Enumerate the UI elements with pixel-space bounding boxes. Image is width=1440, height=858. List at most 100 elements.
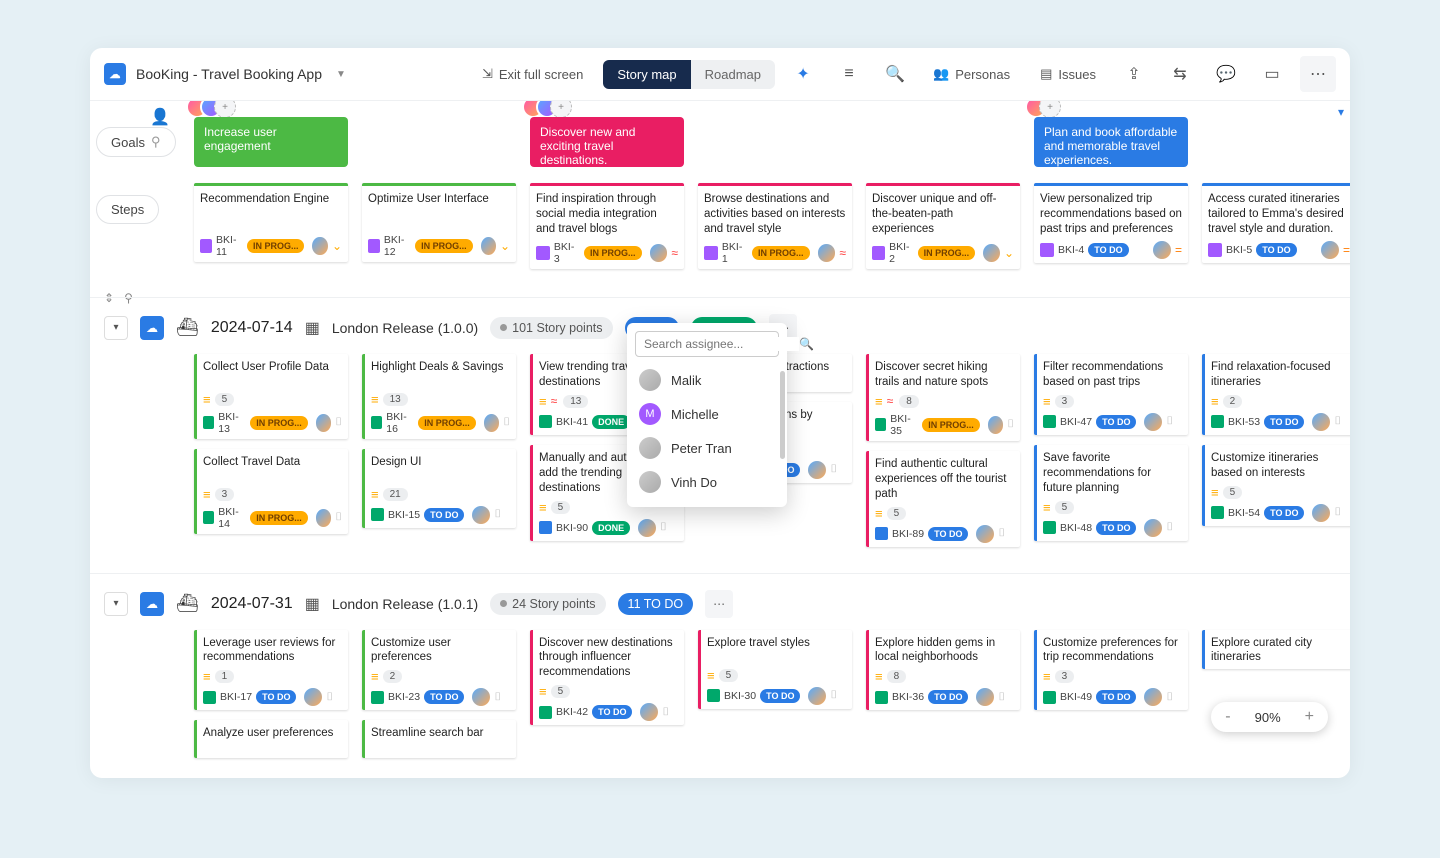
step-card[interactable]: Find inspiration through social media in… xyxy=(530,183,684,269)
issue-key: BKI-42 xyxy=(556,706,588,718)
list-icon[interactable]: ≡ xyxy=(831,56,867,92)
avatar[interactable] xyxy=(650,244,668,262)
priority-icon: = xyxy=(1343,243,1350,257)
export-icon[interactable]: ⇪ xyxy=(1116,56,1152,92)
story-card[interactable]: Collect Travel Data ≡3 BKI-14 IN PROG...… xyxy=(194,449,348,534)
assignee-option[interactable]: Malik xyxy=(635,363,779,397)
avatar[interactable] xyxy=(1153,241,1171,259)
priority-icon: ≈ xyxy=(839,246,846,260)
story-card[interactable]: Analyze user preferences xyxy=(194,720,348,758)
calendar-icon[interactable]: ▦ xyxy=(305,318,320,338)
story-card[interactable]: Collect User Profile Data ≡5 BKI-13 IN P… xyxy=(194,354,348,439)
story-title: Filter recommendations based on past tri… xyxy=(1043,360,1182,390)
search-input[interactable] xyxy=(644,337,799,351)
avatar[interactable] xyxy=(808,461,826,479)
avatar[interactable] xyxy=(988,416,1004,434)
avatar[interactable] xyxy=(1144,413,1162,431)
goal-card[interactable]: Discover new and exciting travel destina… xyxy=(530,117,684,167)
story-card[interactable]: Save favorite recommendations for future… xyxy=(1034,445,1188,541)
chevron-down-icon[interactable]: ▼ xyxy=(336,69,346,80)
avatar[interactable] xyxy=(316,414,332,432)
personas-button[interactable]: 👥Personas xyxy=(923,60,1020,88)
step-card[interactable]: View personalized trip recommendations b… xyxy=(1034,183,1188,263)
story-card[interactable]: Highlight Deals & Savings ≡13 BKI-16 IN … xyxy=(362,354,516,439)
more-icon[interactable]: ⋯ xyxy=(1300,56,1336,92)
tab-story-map[interactable]: Story map xyxy=(603,60,690,89)
issues-button[interactable]: ▤Issues xyxy=(1030,60,1106,88)
story-card[interactable]: Discover secret hiking trails and nature… xyxy=(866,354,1020,441)
avatar[interactable] xyxy=(312,237,327,255)
step-card[interactable]: Browse destinations and activities based… xyxy=(698,183,852,269)
avatar[interactable] xyxy=(640,703,658,721)
step-card[interactable]: Optimize User Interface BKI-12 IN PROG..… xyxy=(362,183,516,262)
avatar[interactable] xyxy=(481,237,496,255)
avatar[interactable] xyxy=(983,244,1000,262)
zoom-in-button[interactable]: + xyxy=(1299,708,1320,726)
tab-roadmap[interactable]: Roadmap xyxy=(691,60,775,89)
avatar[interactable] xyxy=(818,244,836,262)
assignee-option[interactable]: Peter Tran xyxy=(635,431,779,465)
avatar[interactable] xyxy=(976,525,994,543)
exit-fullscreen-button[interactable]: ⇲Exit full screen xyxy=(472,60,593,88)
ship-icon: ⛴ xyxy=(176,593,199,614)
avatar[interactable] xyxy=(1312,413,1330,431)
avatar[interactable] xyxy=(304,688,322,706)
avatar[interactable] xyxy=(808,687,826,705)
expand-release-button[interactable]: ▾ xyxy=(104,592,128,616)
ship-icon: ⛴ xyxy=(176,317,199,338)
goal-card[interactable]: Plan and book affordable and memorable t… xyxy=(1034,117,1188,167)
avatar[interactable] xyxy=(484,414,500,432)
assignee-option[interactable]: MMichelle xyxy=(635,397,779,431)
step-card[interactable]: Discover unique and off-the-beaten-path … xyxy=(866,183,1020,269)
avatar[interactable] xyxy=(976,688,994,706)
story-card[interactable]: Explore hidden gems in local neighborhoo… xyxy=(866,630,1020,711)
avatar[interactable] xyxy=(1144,688,1162,706)
story-card[interactable]: Discover new destinations through influe… xyxy=(530,630,684,726)
avatar[interactable] xyxy=(638,519,656,537)
story-card[interactable]: Filter recommendations based on past tri… xyxy=(1034,354,1188,435)
comment-icon[interactable]: 💬 xyxy=(1208,56,1244,92)
issue-key: BKI-49 xyxy=(1060,691,1092,703)
avatar[interactable] xyxy=(1144,519,1162,537)
ai-icon[interactable]: ✦ xyxy=(785,56,821,92)
story-card[interactable]: Explore curated city itineraries xyxy=(1202,630,1350,670)
story-card[interactable]: Find authentic cultural experiences off … xyxy=(866,451,1020,547)
goal-card[interactable]: Increase user engagement xyxy=(194,117,348,167)
priority-lines-icon: ≡ xyxy=(875,669,881,684)
filter-icon[interactable]: ⚲ xyxy=(151,134,161,150)
step-card[interactable]: Access curated itineraries tailored to E… xyxy=(1202,183,1350,263)
issue-key: BKI-14 xyxy=(218,506,246,530)
expand-release-button[interactable]: ▾ xyxy=(104,316,128,340)
story-title: Find relaxation-focused itineraries xyxy=(1211,360,1350,390)
story-title: Analyze user preferences xyxy=(203,726,342,754)
story-card[interactable]: Leverage user reviews for recommendation… xyxy=(194,630,348,711)
priority-lines-icon: ≡ xyxy=(203,487,209,502)
story-card[interactable]: Streamline search bar xyxy=(362,720,516,758)
story-card[interactable]: Explore travel styles ≡5 BKI-30 TO DO ⌷ xyxy=(698,630,852,709)
calendar-icon[interactable]: ▦ xyxy=(305,594,320,614)
issue-type-icon xyxy=(203,691,216,704)
step-card[interactable]: Recommendation Engine BKI-11 IN PROG... … xyxy=(194,183,348,262)
story-card[interactable]: Customize itineraries based on interests… xyxy=(1202,445,1350,526)
avatar[interactable] xyxy=(1321,241,1339,259)
assignee-search[interactable]: 🔍 xyxy=(635,331,779,357)
zoom-out-button[interactable]: - xyxy=(1219,708,1236,726)
story-card[interactable]: Customize preferences for trip recommend… xyxy=(1034,630,1188,711)
story-card[interactable]: Find relaxation-focused itineraries ≡2 B… xyxy=(1202,354,1350,435)
avatar[interactable] xyxy=(472,506,490,524)
status-badge: TO DO xyxy=(592,705,632,719)
priority-lines-icon: ≡ xyxy=(203,392,209,407)
release-more-button[interactable]: ⋯ xyxy=(705,590,733,618)
avatar[interactable] xyxy=(1312,504,1330,522)
card-icon[interactable]: ▭ xyxy=(1254,56,1290,92)
search-icon[interactable]: 🔍 xyxy=(877,56,913,92)
row-label-steps: Steps xyxy=(96,195,159,224)
scrollbar[interactable] xyxy=(780,371,785,459)
avatar[interactable] xyxy=(472,688,490,706)
story-card[interactable]: Customize user preferences ≡2 BKI-23 TO … xyxy=(362,630,516,711)
priority-icon: = xyxy=(1175,243,1182,257)
share-icon[interactable]: ⇆ xyxy=(1162,56,1198,92)
assignee-option[interactable]: Vinh Do xyxy=(635,465,779,499)
story-card[interactable]: Design UI ≡21 BKI-15 TO DO ⌷ xyxy=(362,449,516,528)
avatar[interactable] xyxy=(316,509,332,527)
